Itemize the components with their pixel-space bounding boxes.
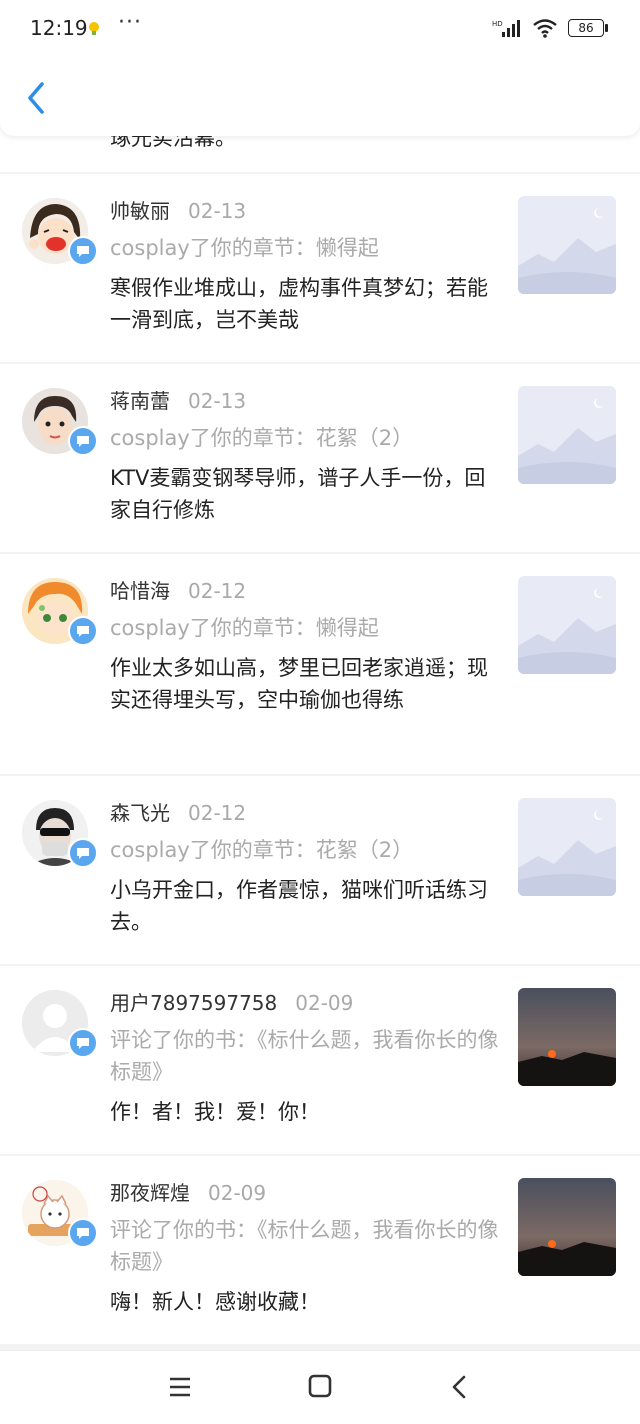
date-label: 02-09: [208, 1181, 267, 1205]
notification-item[interactable]: 那夜辉煌 02-09 评论了你的书：《标什么题，我看你长的像标题》 嗨！新人！感谢…: [0, 1156, 640, 1344]
user-name[interactable]: 帅敏丽: [110, 199, 170, 223]
notification-item[interactable]: 帅敏丽 02-13 cosplay了你的章节：懒得起 寒假作业堆成山，虚构事件真梦…: [0, 174, 640, 362]
comment-text: 作！者！我！爱！你！: [110, 1100, 320, 1124]
notification-item[interactable]: 蒋南蕾 02-13 cosplay了你的章节：花絮（2） KTV麦霸变钢琴导师，谱…: [0, 364, 640, 552]
comment-text: 寒假作业堆成山，虚构事件真梦幻；若能一滑到底，岂不美哉: [110, 276, 488, 332]
action-text: cosplay了你的章节：懒得起: [110, 616, 379, 640]
status-time: 12:19: [30, 16, 88, 40]
system-nav-bar: [0, 1350, 640, 1424]
wifi-icon: [533, 19, 557, 38]
header-bar: [0, 56, 640, 136]
placeholder-mountain-image: [518, 196, 616, 294]
book-cover-thumbnail[interactable]: [518, 988, 616, 1086]
user-name[interactable]: 哈惜海: [110, 579, 170, 603]
comment-text: 嗨！新人！感谢收藏！: [110, 1290, 320, 1314]
action-text: 评论了你的书：《标什么题，我看你长的像标题》: [110, 1218, 499, 1274]
weather-icon: [89, 22, 99, 35]
back-arrow-icon[interactable]: [18, 78, 54, 118]
status-more-icon: ···: [118, 10, 142, 35]
user-name[interactable]: 用户7897597758: [110, 991, 277, 1015]
action-text: 评论了你的书：《标什么题，我看你长的像标题》: [110, 1028, 499, 1084]
placeholder-mountain-image: [518, 576, 616, 674]
placeholder-mountain-image: [518, 798, 616, 896]
signal-icon: HD: [492, 20, 520, 37]
svg-text:HD: HD: [492, 20, 503, 28]
notification-item[interactable]: 森飞光 02-12 cosplay了你的章节：花絮（2） 小乌开金口，作者震惊，猫…: [0, 776, 640, 964]
action-text: cosplay了你的章节：花絮（2）: [110, 426, 414, 450]
date-label: 02-13: [188, 389, 247, 413]
notification-item[interactable]: 用户7897597758 02-09 评论了你的书：《标什么题，我看你长的像标题》…: [0, 966, 640, 1154]
date-label: 02-09: [295, 991, 354, 1015]
notification-list: 琢光实活幕。 帅敏丽 02-13 cosplay了你的章节：懒得起 寒假作业堆成山…: [0, 56, 640, 1344]
user-name[interactable]: 森飞光: [110, 801, 170, 825]
battery-indicator: 86: [568, 19, 608, 37]
comment-text: 小乌开金口，作者震惊，猫咪们听话练习去。: [110, 878, 488, 934]
comment-text: KTV麦霸变钢琴导师，谱子人手一份，回家自行修炼: [110, 466, 486, 522]
comment-badge-icon: [68, 426, 98, 456]
placeholder-mountain-image: [518, 386, 616, 484]
date-label: 02-13: [188, 199, 247, 223]
comment-badge-icon: [68, 236, 98, 266]
comment-text: 作业太多如山高，梦里已回老家逍遥；现实还得埋头写，空中瑜伽也得练: [110, 656, 488, 712]
date-label: 02-12: [188, 579, 247, 603]
notification-item[interactable]: 哈惜海 02-12 cosplay了你的章节：懒得起 作业太多如山高，梦里已回老家…: [0, 554, 640, 774]
chapter-thumbnail[interactable]: [518, 576, 616, 674]
action-text: cosplay了你的章节：懒得起: [110, 236, 379, 260]
menu-icon[interactable]: [160, 1369, 200, 1405]
status-bar: 12:19 ··· HD 86: [0, 0, 640, 56]
sunset-photo-image: [518, 988, 616, 1086]
user-name[interactable]: 蒋南蕾: [110, 389, 170, 413]
sunset-photo-image: [518, 1178, 616, 1276]
date-label: 02-12: [188, 801, 247, 825]
back-icon[interactable]: [440, 1369, 480, 1405]
comment-badge-icon: [68, 1028, 98, 1058]
comment-badge-icon: [68, 616, 98, 646]
chapter-thumbnail[interactable]: [518, 196, 616, 294]
home-icon[interactable]: [300, 1369, 340, 1405]
chapter-thumbnail[interactable]: [518, 798, 616, 896]
book-cover-thumbnail[interactable]: [518, 1178, 616, 1276]
comment-badge-icon: [68, 838, 98, 868]
chapter-thumbnail[interactable]: [518, 386, 616, 484]
comment-badge-icon: [68, 1218, 98, 1248]
action-text: cosplay了你的章节：花絮（2）: [110, 838, 414, 862]
user-name[interactable]: 那夜辉煌: [110, 1181, 190, 1205]
